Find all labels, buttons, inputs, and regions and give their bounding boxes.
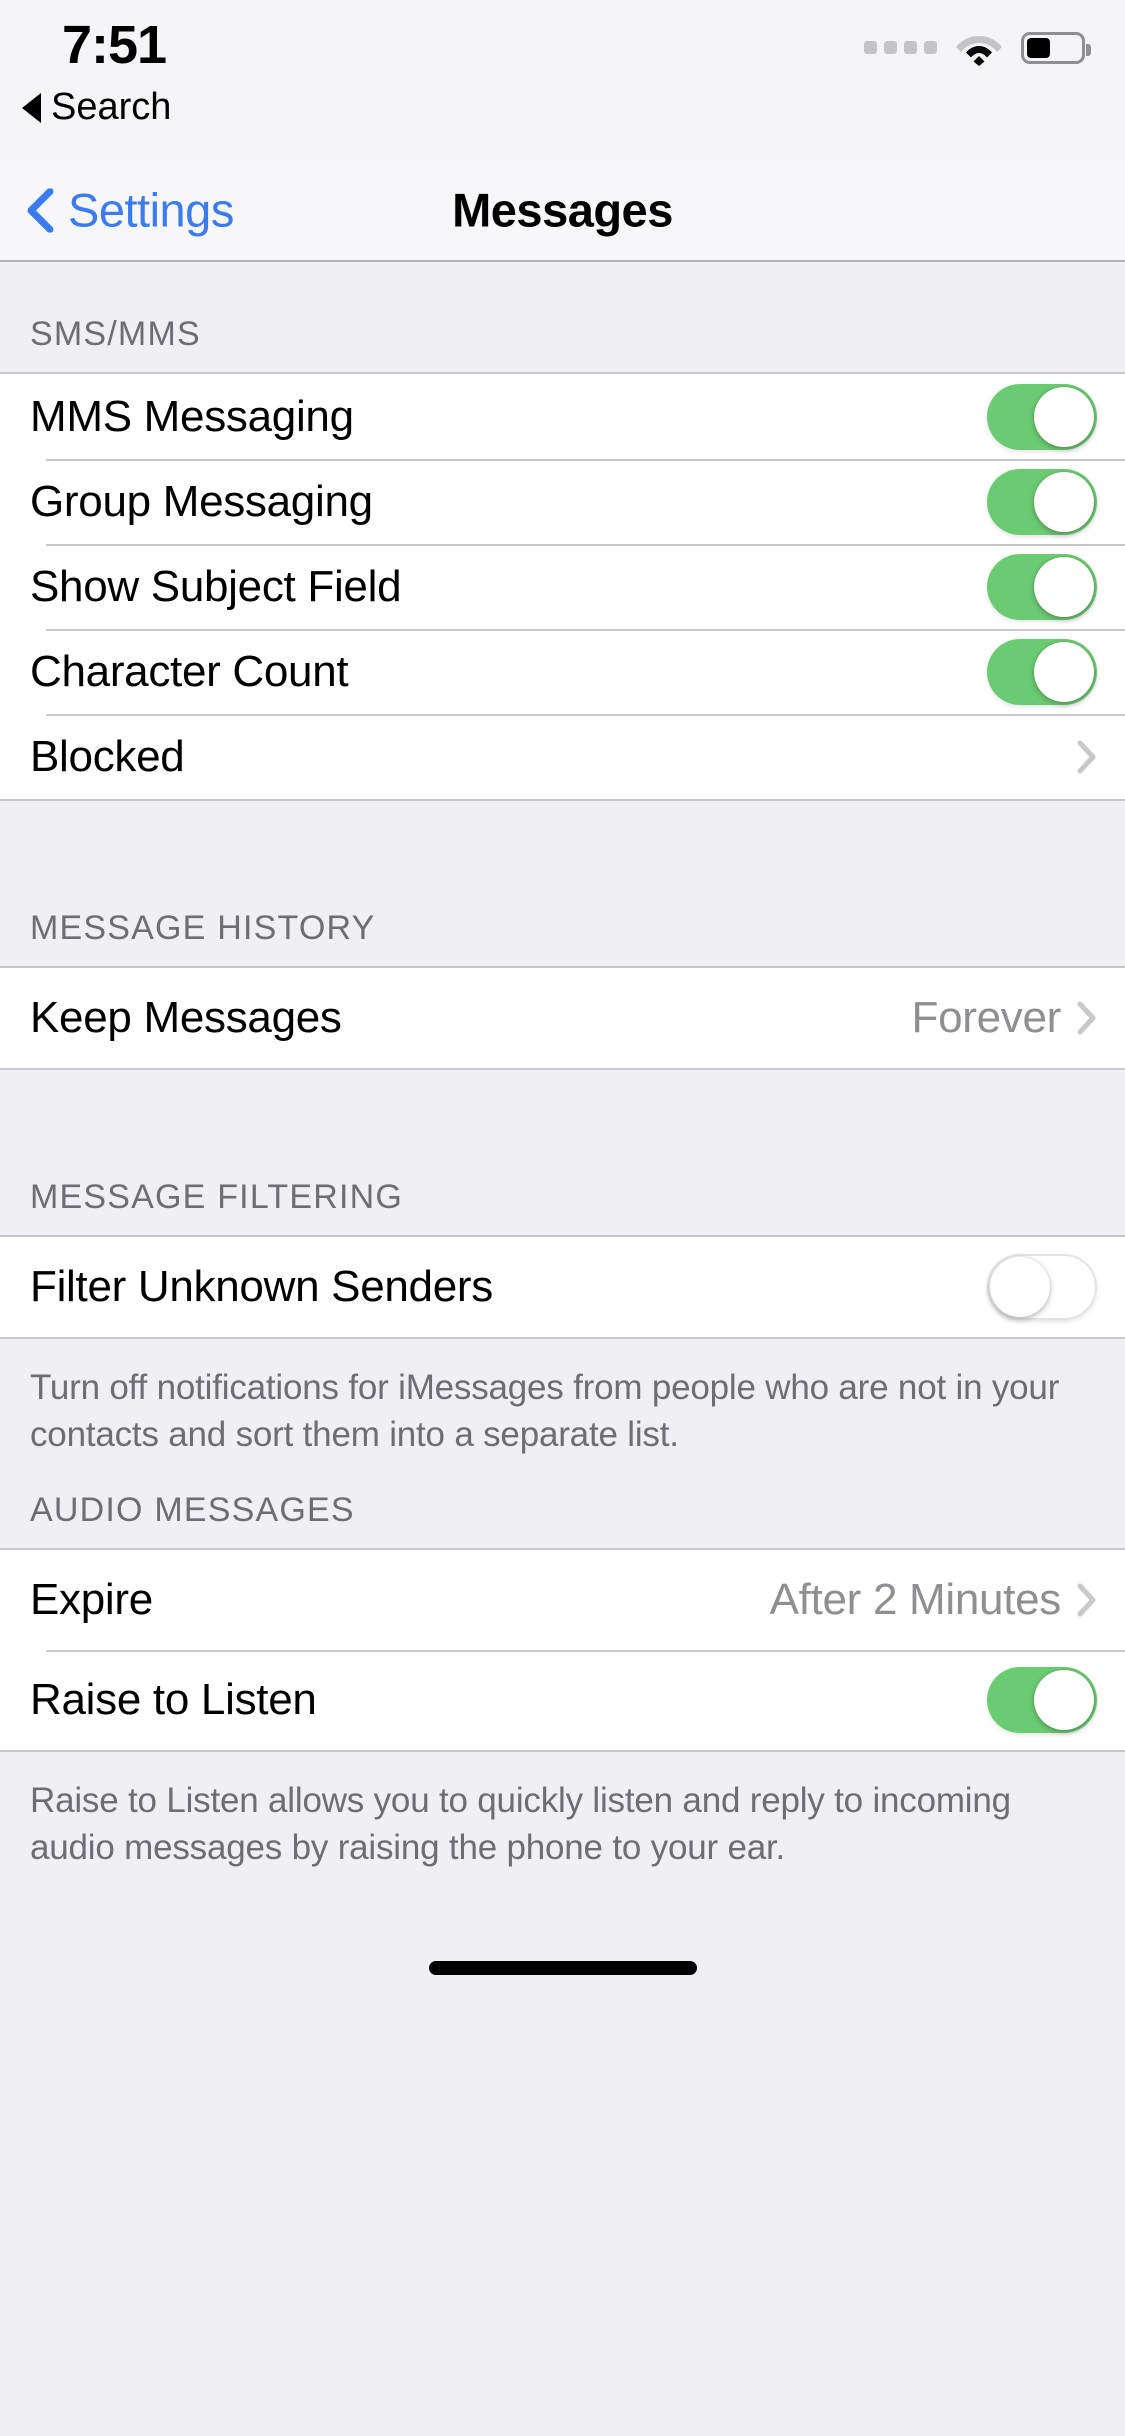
row-label: Filter Unknown Senders [30, 1262, 493, 1311]
row-raise-to-listen[interactable]: Raise to Listen [0, 1650, 1125, 1751]
row-expire[interactable]: Expire After 2 Minutes [0, 1550, 1125, 1651]
status-bar-indicators [864, 30, 1091, 66]
chevron-right-icon [1077, 1583, 1097, 1617]
signal-dots-icon [864, 40, 937, 56]
wifi-icon [955, 30, 1003, 66]
row-value: After 2 Minutes [769, 1575, 1062, 1625]
row-value: Forever [911, 993, 1062, 1042]
row-label: Expire [30, 1575, 153, 1625]
status-bar-clock: 7:51 [62, 15, 167, 75]
section-group-message-filtering: Filter Unknown Senders [0, 1235, 1125, 1339]
battery-icon [1021, 32, 1091, 64]
toggle-mms-messaging[interactable] [987, 383, 1097, 450]
section-group-audio-messages: Expire After 2 Minutes Raise to Listen [0, 1548, 1125, 1753]
row-label: Blocked [30, 731, 185, 781]
toggle-show-subject-field[interactable] [987, 553, 1097, 620]
row-mms-messaging[interactable]: MMS Messaging [0, 374, 1125, 459]
status-bar: 7:51 Search [0, 0, 1125, 160]
row-show-subject-field[interactable]: Show Subject Field [0, 544, 1125, 629]
chevron-right-icon [1077, 740, 1097, 774]
section-header-message-history: MESSAGE HISTORY [0, 801, 1125, 966]
footnote-audio-messages: Raise to Listen allows you to quickly li… [0, 1752, 1125, 1890]
row-label: Keep Messages [30, 993, 342, 1042]
home-indicator[interactable] [428, 1961, 697, 1976]
row-group-messaging[interactable]: Group Messaging [0, 459, 1125, 544]
row-character-count[interactable]: Character Count [0, 629, 1125, 714]
toggle-raise-to-listen[interactable] [987, 1667, 1097, 1734]
section-header-message-filtering: MESSAGE FILTERING [0, 1070, 1125, 1235]
iphone-screen: 7:51 Search Settings Messages SMS/MMS MM… [0, 0, 1125, 2436]
status-bar-back-to-search[interactable]: Search [22, 86, 171, 129]
footnote-message-filtering: Turn off notifications for iMessages fro… [0, 1339, 1125, 1477]
toggle-character-count[interactable] [987, 638, 1097, 705]
home-indicator-area [0, 1889, 1125, 2010]
section-group-message-history: Keep Messages Forever [0, 966, 1125, 1070]
toggle-filter-unknown-senders[interactable] [987, 1254, 1097, 1320]
row-blocked[interactable]: Blocked [0, 714, 1125, 799]
row-keep-messages[interactable]: Keep Messages Forever [0, 968, 1125, 1068]
row-label: Group Messaging [30, 476, 373, 526]
status-bar-back-label: Search [51, 86, 172, 128]
section-header-sms-mms: SMS/MMS [0, 262, 1125, 372]
triangle-left-icon [22, 92, 41, 123]
row-filter-unknown-senders[interactable]: Filter Unknown Senders [0, 1237, 1125, 1337]
section-header-audio-messages: AUDIO MESSAGES [0, 1476, 1125, 1549]
row-label: Raise to Listen [30, 1675, 317, 1725]
navigation-bar: Settings Messages [0, 160, 1125, 262]
row-label: Show Subject Field [30, 561, 402, 611]
chevron-right-icon [1077, 1001, 1097, 1035]
row-label: MMS Messaging [30, 391, 354, 441]
toggle-group-messaging[interactable] [987, 468, 1097, 535]
row-label: Character Count [30, 646, 349, 696]
section-group-sms-mms: MMS Messaging Group Messaging Show Subje… [0, 372, 1125, 801]
page-title: Messages [452, 183, 673, 237]
